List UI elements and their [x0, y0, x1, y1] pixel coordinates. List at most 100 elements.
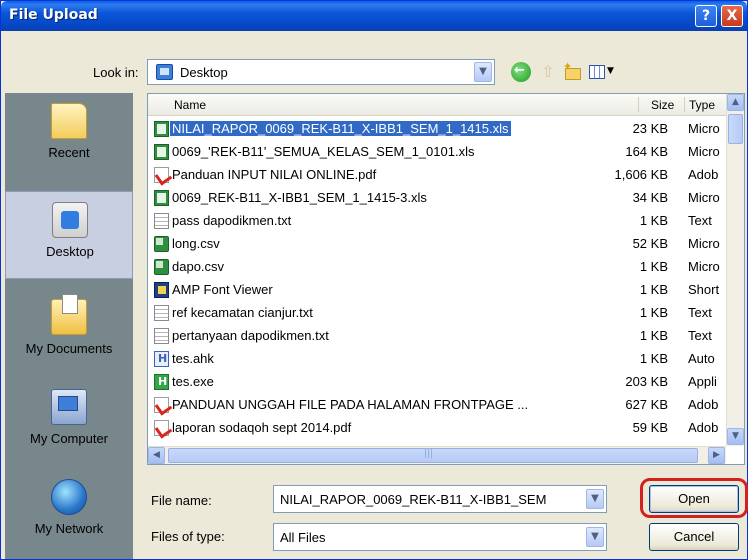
pdf-icon	[154, 167, 169, 183]
file-name-label: File name:	[151, 493, 212, 508]
desktop-icon	[156, 64, 173, 80]
place-label: My Computer	[29, 431, 109, 446]
up-folder-icon[interactable]: ⇧	[538, 62, 558, 82]
files-of-type-label: Files of type:	[151, 529, 225, 544]
file-type: Micro	[688, 236, 720, 251]
look-in-dropdown[interactable]: Desktop ▼	[147, 59, 495, 85]
file-name: Panduan INPUT NILAI ONLINE.pdf	[172, 167, 377, 182]
column-divider[interactable]	[684, 97, 685, 112]
file-size: 203 KB	[625, 374, 668, 389]
file-row[interactable]: 0069_'REK-B11'_SEMUA_KELAS_SEM_1_0101.xl…	[148, 141, 726, 163]
file-name: laporan sodaqoh sept 2014.pdf	[172, 420, 352, 435]
scroll-left-button[interactable]: ◀	[148, 447, 165, 464]
file-row[interactable]: 0069_REK-B11_X-IBB1_SEM_1_1415-3.xls 34 …	[148, 187, 726, 209]
place-my-documents[interactable]: My Documents	[5, 289, 133, 377]
file-row[interactable]: dapo.csv 1 KB Micro	[148, 256, 726, 278]
vertical-scroll-thumb[interactable]	[728, 114, 743, 144]
file-row[interactable]: tes.exe 203 KB Appli	[148, 371, 726, 393]
file-name: tes.exe	[172, 374, 214, 389]
file-name: pass dapodikmen.txt	[172, 213, 292, 228]
file-size: 59 KB	[632, 420, 668, 435]
window-title: File Upload	[9, 7, 98, 23]
file-row[interactable]: laporan sodaqoh sept 2014.pdf 59 KB Adob	[148, 417, 726, 439]
file-list[interactable]: Name Size Type NILAI_RAPOR_0069_REK-B11_…	[147, 93, 745, 465]
file-row[interactable]: AMP Font Viewer 1 KB Short	[148, 279, 726, 301]
help-button[interactable]: ?	[695, 5, 717, 27]
horizontal-scroll-thumb[interactable]	[168, 448, 698, 463]
list-header: Name Size Type	[148, 94, 726, 116]
file-row[interactable]: tes.ahk 1 KB Auto	[148, 348, 726, 370]
my-documents-icon	[51, 294, 87, 335]
csv-icon	[154, 259, 169, 275]
file-row[interactable]: long.csv 52 KB Micro	[148, 233, 726, 255]
file-row[interactable]: Panduan INPUT NILAI ONLINE.pdf 1,606 KB …	[148, 164, 726, 186]
close-button[interactable]: X	[721, 5, 743, 27]
file-name: tes.ahk	[172, 351, 214, 366]
places-bar: Recent Desktop My Documents My Computer …	[5, 93, 133, 559]
file-type: Text	[688, 305, 712, 320]
scroll-right-button[interactable]: ▶	[708, 447, 725, 464]
sparkle-icon: ✦	[563, 60, 573, 73]
file-row[interactable]: ref kecamatan cianjur.txt 1 KB Text	[148, 302, 726, 324]
file-type: Auto	[688, 351, 715, 366]
title-bar[interactable]: File Upload ? X	[1, 1, 747, 31]
column-size[interactable]: Size	[651, 98, 674, 112]
column-name[interactable]: Name	[174, 98, 206, 112]
cancel-button[interactable]: Cancel	[649, 523, 739, 551]
file-type: Adob	[688, 397, 719, 412]
look-in-label: Look in:	[93, 65, 139, 80]
file-row[interactable]: pass dapodikmen.txt 1 KB Text	[148, 210, 726, 232]
file-type: Micro	[688, 121, 720, 136]
file-name-value: NILAI_RAPOR_0069_REK-B11_X-IBB1_SEM	[280, 492, 547, 507]
views-menu-icon[interactable]: ▼	[589, 62, 615, 82]
xls-icon	[154, 144, 169, 160]
file-name: 0069_REK-B11_X-IBB1_SEM_1_1415-3.xls	[172, 190, 427, 205]
place-desktop[interactable]: Desktop	[5, 191, 133, 279]
file-rows: NILAI_RAPOR_0069_REK-B11_X-IBB1_SEM_1_14…	[148, 118, 726, 444]
my-network-icon	[51, 479, 87, 515]
file-type: Adob	[688, 167, 719, 182]
file-name: 0069_'REK-B11'_SEMUA_KELAS_SEM_1_0101.xl…	[172, 144, 475, 159]
file-name: ref kecamatan cianjur.txt	[172, 305, 313, 320]
column-type[interactable]: Type	[689, 98, 715, 112]
file-size: 1 KB	[639, 351, 668, 366]
file-row[interactable]: pertanyaan dapodikmen.txt 1 KB Text	[148, 325, 726, 347]
vertical-scrollbar[interactable]: ▲ ▼	[726, 94, 744, 446]
file-type: Short	[688, 282, 720, 297]
file-name: AMP Font Viewer	[172, 282, 273, 297]
scroll-up-button[interactable]: ▲	[727, 94, 744, 111]
ahk-script-icon	[154, 351, 169, 367]
chevron-down-icon[interactable]: ▼	[474, 62, 492, 82]
file-type: Micro	[688, 259, 720, 274]
place-my-computer[interactable]: My Computer	[5, 379, 133, 467]
file-size: 52 KB	[632, 236, 668, 251]
file-name-input[interactable]: NILAI_RAPOR_0069_REK-B11_X-IBB1_SEM ▼	[273, 485, 607, 513]
place-label: My Documents	[25, 341, 113, 356]
file-name: pertanyaan dapodikmen.txt	[172, 328, 329, 343]
look-in-value: Desktop	[180, 65, 228, 80]
chevron-down-icon[interactable]: ▼	[586, 489, 604, 509]
text-file-icon	[154, 305, 169, 321]
scroll-down-button[interactable]: ▼	[727, 428, 744, 445]
file-row[interactable]: PANDUAN UNGGAH FILE PADA HALAMAN FRONTPA…	[148, 394, 726, 416]
file-name: NILAI_RAPOR_0069_REK-B11_X-IBB1_SEM_1_14…	[170, 121, 511, 136]
file-row[interactable]: NILAI_RAPOR_0069_REK-B11_X-IBB1_SEM_1_14…	[148, 118, 726, 140]
file-size: 23 KB	[632, 121, 668, 136]
open-button[interactable]: Open	[649, 485, 739, 513]
horizontal-scrollbar[interactable]: ◀ ▶	[148, 446, 726, 464]
new-folder-icon[interactable]: ✦	[563, 60, 583, 82]
file-type: Text	[688, 328, 712, 343]
chevron-down-icon[interactable]: ▼	[586, 527, 604, 547]
file-type: Micro	[688, 144, 720, 159]
column-divider[interactable]	[638, 97, 639, 112]
place-my-network[interactable]: My Network	[5, 469, 133, 557]
place-recent[interactable]: Recent	[5, 93, 133, 181]
place-label: My Network	[34, 521, 104, 536]
file-name: long.csv	[172, 236, 220, 251]
file-name: PANDUAN UNGGAH FILE PADA HALAMAN FRONTPA…	[172, 397, 529, 412]
back-icon[interactable]	[511, 62, 531, 82]
file-type: Text	[688, 213, 712, 228]
file-size: 627 KB	[625, 397, 668, 412]
file-size: 1 KB	[639, 259, 668, 274]
files-of-type-dropdown[interactable]: All Files ▼	[273, 523, 607, 551]
